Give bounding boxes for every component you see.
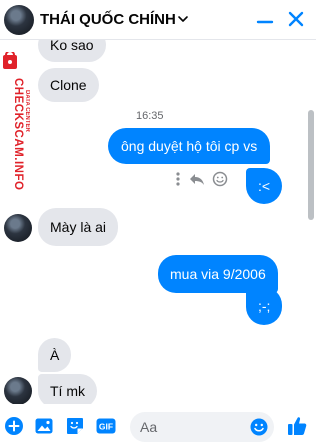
plus-circle-icon[interactable] bbox=[4, 416, 24, 436]
message-text: ;-; bbox=[258, 298, 271, 314]
message-bubble-outgoing[interactable]: :< bbox=[246, 168, 283, 204]
message-input-wrapper bbox=[130, 412, 274, 442]
minimize-icon[interactable] bbox=[256, 10, 274, 30]
message-bubble-incoming[interactable]: Ko sao bbox=[38, 40, 106, 62]
thumbs-up-icon[interactable] bbox=[286, 415, 308, 437]
message-bubble-incoming[interactable]: À bbox=[38, 338, 72, 372]
message-text: Mày là ai bbox=[50, 219, 107, 235]
watermark-line2: CHECKSCAM.INFO bbox=[12, 78, 24, 190]
message-bubble-incoming[interactable]: Tí mk bbox=[38, 374, 97, 404]
emoji-icon[interactable] bbox=[249, 417, 269, 437]
watermark-logo: DATA CENTER CHECKSCAM.INFO bbox=[3, 52, 30, 190]
message-thread[interactable]: Ko sao Clone 16:35 ông duyệt hộ tôi cp v… bbox=[0, 40, 316, 404]
composer-bar: GIF bbox=[0, 404, 316, 448]
sticker-icon[interactable] bbox=[65, 416, 85, 436]
message-bubble-outgoing[interactable]: ông duyệt hộ tôi cp vs bbox=[108, 128, 271, 164]
sender-avatar[interactable] bbox=[4, 377, 32, 404]
message-input[interactable] bbox=[140, 418, 244, 436]
message-text: À bbox=[50, 347, 60, 363]
message-timestamp: 16:35 bbox=[136, 110, 164, 122]
chat-header: THÁI QUỐC CHÍNH bbox=[0, 0, 316, 40]
chevron-down-icon[interactable] bbox=[176, 12, 190, 26]
thread-scrollbar[interactable] bbox=[308, 110, 314, 220]
message-bubble-incoming[interactable]: Clone bbox=[38, 68, 99, 102]
image-icon[interactable] bbox=[34, 416, 54, 436]
close-icon[interactable] bbox=[286, 9, 306, 29]
gif-icon[interactable]: GIF bbox=[96, 416, 116, 436]
message-text: Tí mk bbox=[50, 383, 85, 399]
message-text: ông duyệt hộ tôi cp vs bbox=[121, 138, 258, 154]
message-bubble-incoming[interactable]: Mày là ai bbox=[38, 208, 119, 246]
message-text: mua via 9/2006 bbox=[170, 266, 266, 282]
reply-icon[interactable] bbox=[188, 171, 206, 187]
message-text: Ko sao bbox=[50, 40, 94, 53]
message-text: :< bbox=[258, 178, 271, 194]
message-text: Clone bbox=[50, 77, 87, 93]
message-bubble-outgoing[interactable]: ;-; bbox=[246, 287, 283, 325]
contact-name[interactable]: THÁI QUỐC CHÍNH bbox=[40, 11, 176, 28]
more-vertical-icon[interactable] bbox=[174, 171, 182, 187]
contact-avatar[interactable] bbox=[4, 5, 34, 35]
smile-icon[interactable] bbox=[212, 171, 228, 187]
message-actions bbox=[174, 171, 228, 187]
gif-label: GIF bbox=[99, 422, 113, 432]
